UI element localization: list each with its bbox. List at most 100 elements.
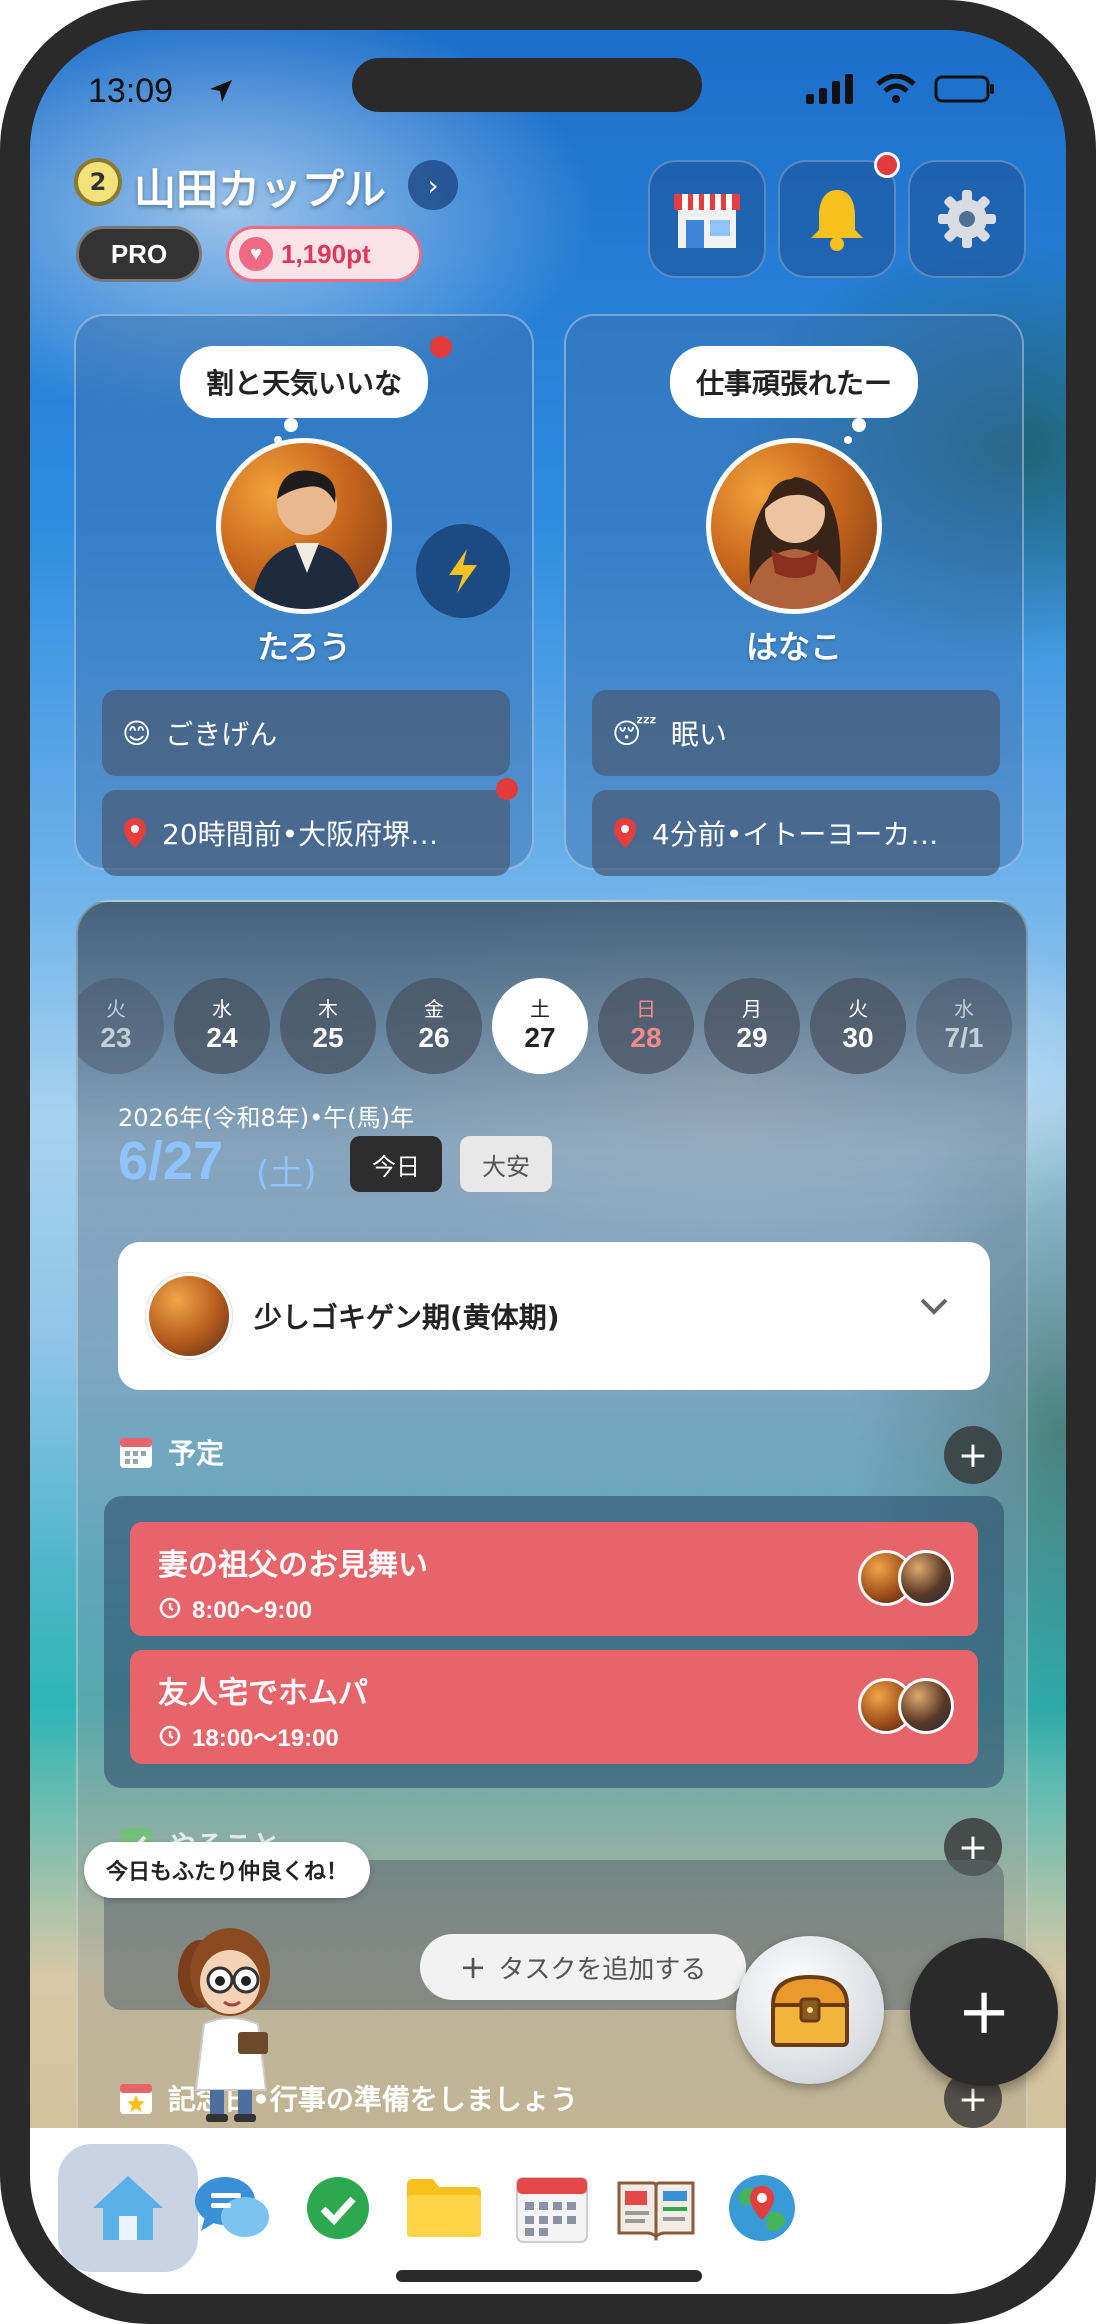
partner-card-hanako[interactable]: 仕事頑張れたー はなこ 😴 眠い 4分前•イトーヨーカ… bbox=[564, 314, 1024, 876]
day-number: 24 bbox=[206, 1022, 238, 1053]
calendar-icon bbox=[516, 2177, 588, 2243]
mood-row[interactable]: 😊 ごきげん bbox=[102, 690, 510, 776]
add-task-button[interactable]: + タスクを追加する bbox=[420, 1934, 746, 2000]
event-card[interactable]: 友人宅でホムパ 18:00〜19:00 bbox=[130, 1650, 978, 1764]
day-chip[interactable]: 日 28 bbox=[598, 978, 694, 1074]
signal-icon bbox=[806, 74, 853, 104]
event-time: 18:00〜19:00 bbox=[158, 1718, 978, 1753]
folder-icon bbox=[407, 2179, 481, 2237]
location-new-dot bbox=[496, 778, 518, 800]
notification-button[interactable] bbox=[778, 160, 896, 278]
day-number: 29 bbox=[736, 1022, 768, 1053]
event-card[interactable]: 妻の祖父のお見舞い 8:00〜9:00 bbox=[130, 1522, 978, 1636]
day-chip[interactable]: 金 26 bbox=[386, 978, 482, 1074]
avatar[interactable] bbox=[706, 438, 882, 614]
status-time: 13:09 bbox=[88, 72, 174, 110]
chevron-down-icon bbox=[920, 1298, 948, 1315]
day-chip[interactable]: 火 30 bbox=[810, 978, 906, 1074]
today-button[interactable]: 今日 bbox=[350, 1136, 442, 1192]
nav-map[interactable] bbox=[692, 2144, 832, 2272]
schedule-title: 予定 bbox=[168, 1437, 225, 1470]
day-chip[interactable]: 月 29 bbox=[704, 978, 800, 1074]
avatar bbox=[146, 1273, 232, 1359]
new-status-dot bbox=[430, 336, 452, 358]
add-task-label: タスクを追加する bbox=[498, 1954, 707, 1985]
points-badge[interactable]: ♥ 1,190pt bbox=[226, 226, 422, 282]
lightning-icon bbox=[449, 549, 477, 593]
battery-icon bbox=[934, 75, 994, 103]
mood-row[interactable]: 😴 眠い bbox=[592, 690, 1000, 776]
day-of-week: 土 bbox=[530, 997, 550, 1021]
location-label: 4分前•イトーヨーカ… bbox=[652, 818, 939, 851]
plus-icon: + bbox=[459, 1948, 487, 1986]
status-bubble: 割と天気いいな bbox=[179, 346, 429, 418]
phone-frame: 13:09 2 山田カップル › PRO ♥ 1,190pt 割と天気いいな た… bbox=[0, 0, 1096, 2324]
day-chip[interactable]: 火 23 bbox=[78, 978, 164, 1074]
rokuyo-badge: 大安 bbox=[460, 1136, 552, 1192]
gear-icon bbox=[938, 190, 996, 248]
day-number: 30 bbox=[842, 1022, 874, 1053]
location-row[interactable]: 4分前•イトーヨーカ… bbox=[592, 790, 1000, 876]
cycle-mood-card[interactable]: 少しゴキゲン期(黄体期) bbox=[118, 1242, 990, 1390]
event-time-text: 8:00〜9:00 bbox=[192, 1597, 313, 1624]
lightning-button[interactable] bbox=[416, 524, 510, 618]
shop-icon bbox=[674, 194, 740, 248]
partner-card-taro[interactable]: 割と天気いいな たろう 😊 ごきげん 20時間前•大阪府堺… bbox=[74, 314, 534, 876]
event-time-text: 18:00〜19:00 bbox=[192, 1725, 339, 1752]
bubble-tail bbox=[852, 418, 866, 432]
day-of-week: 火 bbox=[848, 997, 868, 1021]
book-icon bbox=[617, 2181, 695, 2241]
day-chip-selected[interactable]: 土 27 bbox=[492, 978, 588, 1074]
mascot-speech-bubble: 今日もふたり仲良くね！ bbox=[84, 1842, 371, 1898]
day-number: 27 bbox=[524, 1022, 556, 1053]
participants bbox=[858, 1678, 954, 1734]
bubble-tail bbox=[844, 436, 852, 444]
mascot-doctor-icon[interactable] bbox=[160, 1914, 290, 2124]
bubble-tail bbox=[284, 418, 298, 432]
event-title: 妻の祖父のお見舞い bbox=[158, 1548, 428, 1583]
couple-level-badge: 2 bbox=[74, 158, 122, 206]
chevron-right-icon[interactable]: › bbox=[408, 160, 458, 210]
status-bubble: 仕事頑張れたー bbox=[669, 346, 919, 418]
couple-name[interactable]: 山田カップル bbox=[134, 156, 386, 217]
day-chip[interactable]: 水 24 bbox=[174, 978, 270, 1074]
avatar bbox=[898, 1550, 954, 1606]
treasure-chest-button[interactable] bbox=[736, 1936, 884, 2084]
day-of-week: 火 bbox=[106, 997, 126, 1021]
week-date-strip[interactable]: 火 23 水 24 木 25 金 26 土 27 日 28 月 29 火 30 水 7/1 bbox=[78, 978, 1026, 1078]
dynamic-island bbox=[352, 58, 702, 112]
day-of-week: 金 bbox=[424, 997, 444, 1021]
location-row[interactable]: 20時間前•大阪府堺… bbox=[102, 790, 510, 876]
avatar bbox=[898, 1678, 954, 1734]
day-chip[interactable]: 木 25 bbox=[280, 978, 376, 1074]
add-schedule-button[interactable]: + bbox=[944, 1426, 1002, 1484]
day-of-week: 日 bbox=[636, 997, 656, 1021]
day-of-week: 月 bbox=[742, 997, 762, 1021]
treasure-chest-icon bbox=[770, 1974, 850, 2047]
schedule-header: 予定 bbox=[118, 1432, 224, 1472]
event-time: 8:00〜9:00 bbox=[158, 1590, 978, 1625]
wifi-icon bbox=[876, 74, 916, 103]
points-value: 1,190pt bbox=[281, 238, 371, 269]
schedule-list: 妻の祖父のお見舞い 8:00〜9:00 友人宅でホムパ 18:00〜19:00 bbox=[104, 1496, 1004, 1788]
chat-icon bbox=[195, 2177, 269, 2237]
avatar[interactable] bbox=[216, 438, 392, 614]
day-of-week: 水 bbox=[212, 997, 232, 1021]
avatar-photo bbox=[251, 470, 363, 609]
day-chip[interactable]: 水 7/1 bbox=[916, 978, 1012, 1074]
map-pin-icon bbox=[614, 818, 636, 848]
clock-icon bbox=[159, 1597, 181, 1618]
shop-button[interactable] bbox=[648, 160, 766, 278]
clock-icon bbox=[159, 1725, 181, 1746]
day-number: 7/1 bbox=[944, 1022, 984, 1053]
status-icons bbox=[806, 74, 996, 104]
day-of-week: 水 bbox=[954, 997, 974, 1021]
selected-day-of-week: (土) bbox=[256, 1154, 317, 1194]
settings-button[interactable] bbox=[908, 160, 1026, 278]
add-fab-button[interactable]: + bbox=[910, 1938, 1058, 2086]
app-screen: 13:09 2 山田カップル › PRO ♥ 1,190pt 割と天気いいな た… bbox=[30, 30, 1066, 2294]
partner-name: たろう bbox=[256, 628, 352, 666]
map-pin-icon bbox=[124, 818, 146, 848]
location-label: 20時間前•大阪府堺… bbox=[162, 818, 439, 851]
smile-emoji-icon: 😊 bbox=[122, 716, 152, 750]
